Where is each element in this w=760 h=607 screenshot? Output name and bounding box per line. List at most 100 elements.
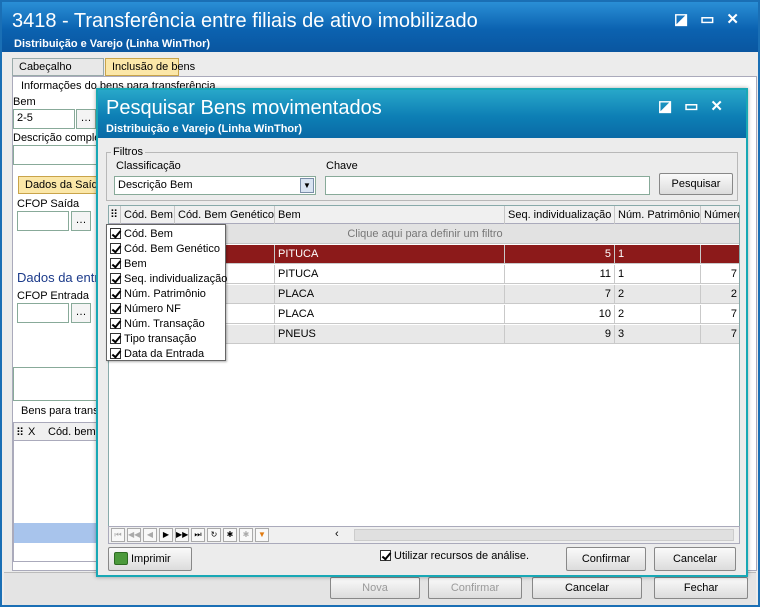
bem-input[interactable]: 2-5 bbox=[13, 109, 75, 129]
grid-col-seq[interactable]: Seq. individualização bbox=[505, 206, 615, 224]
checkbox-checked-icon[interactable] bbox=[110, 288, 121, 299]
nova-button[interactable]: Nova bbox=[330, 577, 420, 599]
dialog-title-bar: Pesquisar Bens movimentados Distribuição… bbox=[98, 90, 746, 138]
grid-col-patrimonio[interactable]: Núm. Patrimônio bbox=[615, 206, 701, 224]
cell-bem: PITUCA bbox=[275, 245, 505, 264]
grid-col-cod-bem-generico[interactable]: Cód. Bem Genético bbox=[175, 206, 275, 224]
last-record-icon[interactable]: ⏭ bbox=[191, 528, 205, 542]
analise-checkbox[interactable]: Utilizar recursos de análise. bbox=[380, 550, 529, 566]
prev-record-icon[interactable]: ◀ bbox=[143, 528, 157, 542]
column-menu-item[interactable]: Bem bbox=[110, 257, 147, 272]
checkbox-checked-icon[interactable] bbox=[110, 318, 121, 329]
restore-icon[interactable]: ◪ bbox=[674, 10, 688, 28]
cancelar-button[interactable]: Cancelar bbox=[654, 547, 736, 571]
column-chooser-icon[interactable]: ⠿ bbox=[16, 426, 24, 439]
filter-icon[interactable]: ▼ bbox=[255, 528, 269, 542]
filtros-legend: Filtros bbox=[113, 146, 143, 158]
column-menu-item[interactable]: Seq. individualização bbox=[110, 272, 227, 287]
column-menu-item[interactable]: Número NF bbox=[110, 302, 181, 317]
cfop-saida-lookup-button[interactable]: … bbox=[71, 211, 91, 231]
pesquisar-button[interactable]: Pesquisar bbox=[659, 173, 733, 195]
imprimir-button[interactable]: Imprimir bbox=[108, 547, 192, 571]
minimize-icon[interactable]: ▭ bbox=[700, 10, 714, 28]
descricao-input[interactable] bbox=[13, 145, 103, 165]
column-menu-label: Data da Entrada bbox=[124, 348, 205, 360]
checkbox-checked-icon[interactable] bbox=[110, 348, 121, 359]
main-title-bar: 3418 - Transferência entre filiais de at… bbox=[2, 2, 758, 52]
classificacao-label: Classificação bbox=[116, 160, 181, 172]
checkbox-checked-icon[interactable] bbox=[110, 333, 121, 344]
column-menu-item[interactable]: Núm. Transação bbox=[110, 317, 205, 332]
main-window-subtitle: Distribuição e Varejo (Linha WinThor) bbox=[14, 38, 211, 50]
asterisk-icon[interactable]: ✱ bbox=[223, 528, 237, 542]
next-page-icon[interactable]: ▶▶ bbox=[175, 528, 189, 542]
cell-bem: PLACA bbox=[275, 305, 505, 324]
column-menu-item[interactable]: Cód. Bem Genético bbox=[110, 242, 220, 257]
grid-col-numero[interactable]: Número bbox=[701, 206, 739, 224]
cfop-saida-input[interactable] bbox=[17, 211, 69, 231]
column-menu-item[interactable]: Data da Entrada bbox=[110, 347, 204, 362]
bens-grid[interactable]: ⠿ X Cód. bem bbox=[13, 422, 104, 562]
tab-inclusao-de-bens[interactable]: Inclusão de bens bbox=[105, 58, 195, 76]
dialog-restore-icon[interactable]: ◪ bbox=[658, 97, 672, 115]
tab-cabecalho[interactable]: Cabeçalho bbox=[12, 58, 104, 76]
confirmar-button[interactable]: Confirmar bbox=[566, 547, 646, 571]
fechar-button[interactable]: Fechar bbox=[654, 577, 748, 599]
next-record-icon[interactable]: ▶ bbox=[159, 528, 173, 542]
scroll-left-icon[interactable]: ‹ bbox=[335, 528, 339, 540]
grid-navigator: ⏮ ◀◀ ◀ ▶ ▶▶ ⏭ ↻ ✱ ✱ ▼ ‹ bbox=[108, 526, 740, 544]
bens-para-trans-label: Bens para trans bbox=[21, 405, 99, 417]
column-menu-label: Núm. Patrimônio bbox=[124, 288, 206, 300]
checkbox-checked-icon[interactable] bbox=[110, 273, 121, 284]
tab-dados-saida[interactable]: Dados da Saída bbox=[18, 176, 104, 194]
cell-bem: PNEUS bbox=[275, 325, 505, 344]
bens-grid-col-x[interactable]: X bbox=[28, 426, 35, 438]
cfop-entrada-input[interactable] bbox=[17, 303, 69, 323]
analise-checkbox-box[interactable] bbox=[380, 550, 391, 561]
grid-col-cod-bem[interactable]: Cód. Bem bbox=[121, 206, 175, 224]
bem-lookup-button[interactable]: … bbox=[76, 109, 96, 129]
grid-col-bem[interactable]: Bem bbox=[275, 206, 505, 224]
first-record-icon[interactable]: ⏮ bbox=[111, 528, 125, 542]
prev-page-icon[interactable]: ◀◀ bbox=[127, 528, 141, 542]
checkbox-checked-icon[interactable] bbox=[110, 258, 121, 269]
checkbox-checked-icon[interactable] bbox=[110, 243, 121, 254]
chevron-down-icon[interactable]: ▼ bbox=[300, 178, 314, 193]
cell-seq: 10 bbox=[505, 305, 615, 324]
confirmar-main-button[interactable]: Confirmar bbox=[428, 577, 522, 599]
cancelar-main-button[interactable]: Cancelar bbox=[532, 577, 642, 599]
classificacao-select[interactable]: Descrição Bem ▼ bbox=[114, 176, 316, 195]
column-menu-item[interactable]: Núm. Patrimônio bbox=[110, 287, 206, 302]
bens-grid-header: ⠿ X Cód. bem bbox=[14, 423, 104, 441]
cell-numero: 7 bbox=[701, 265, 739, 284]
checkbox-checked-icon[interactable] bbox=[110, 228, 121, 239]
pesquisar-bens-dialog: Pesquisar Bens movimentados Distribuição… bbox=[96, 88, 748, 577]
checkbox-checked-icon[interactable] bbox=[110, 303, 121, 314]
dialog-close-icon[interactable]: ✕ bbox=[710, 97, 723, 115]
column-chooser-menu: Cód. Bem Cód. Bem Genético Bem Seq. individ… bbox=[106, 224, 227, 362]
cell-seq: 7 bbox=[505, 285, 615, 304]
clear-filter-icon[interactable]: ✱ bbox=[239, 528, 253, 542]
column-menu-item[interactable]: Cód. Bem bbox=[110, 227, 173, 242]
cell-bem: PITUCA bbox=[275, 265, 505, 284]
cell-patrimonio: 2 bbox=[615, 285, 701, 304]
cfop-saida-label: CFOP Saída bbox=[17, 198, 80, 210]
bens-grid-col-cod[interactable]: Cód. bem bbox=[48, 426, 96, 438]
bens-grid-footer bbox=[14, 523, 104, 543]
horizontal-scrollbar[interactable] bbox=[354, 529, 734, 541]
cell-bem: PLACA bbox=[275, 285, 505, 304]
cfop-entrada-lookup-button[interactable]: … bbox=[71, 303, 91, 323]
cell-numero: 7 bbox=[701, 305, 739, 324]
classificacao-value: Descrição Bem bbox=[118, 179, 193, 191]
dialog-subtitle: Distribuição e Varejo (Linha WinThor) bbox=[106, 123, 303, 135]
cell-patrimonio: 2 bbox=[615, 305, 701, 324]
chave-label: Chave bbox=[326, 160, 358, 172]
close-icon[interactable]: ✕ bbox=[726, 10, 739, 28]
column-menu-item[interactable]: Tipo transação bbox=[110, 332, 196, 347]
observacao-area[interactable] bbox=[13, 367, 103, 401]
column-chooser-icon[interactable]: ⠿ bbox=[109, 206, 121, 224]
imprimir-label: Imprimir bbox=[131, 553, 171, 565]
refresh-icon[interactable]: ↻ bbox=[207, 528, 221, 542]
chave-input[interactable] bbox=[325, 176, 650, 195]
dialog-minimize-icon[interactable]: ▭ bbox=[684, 97, 698, 115]
